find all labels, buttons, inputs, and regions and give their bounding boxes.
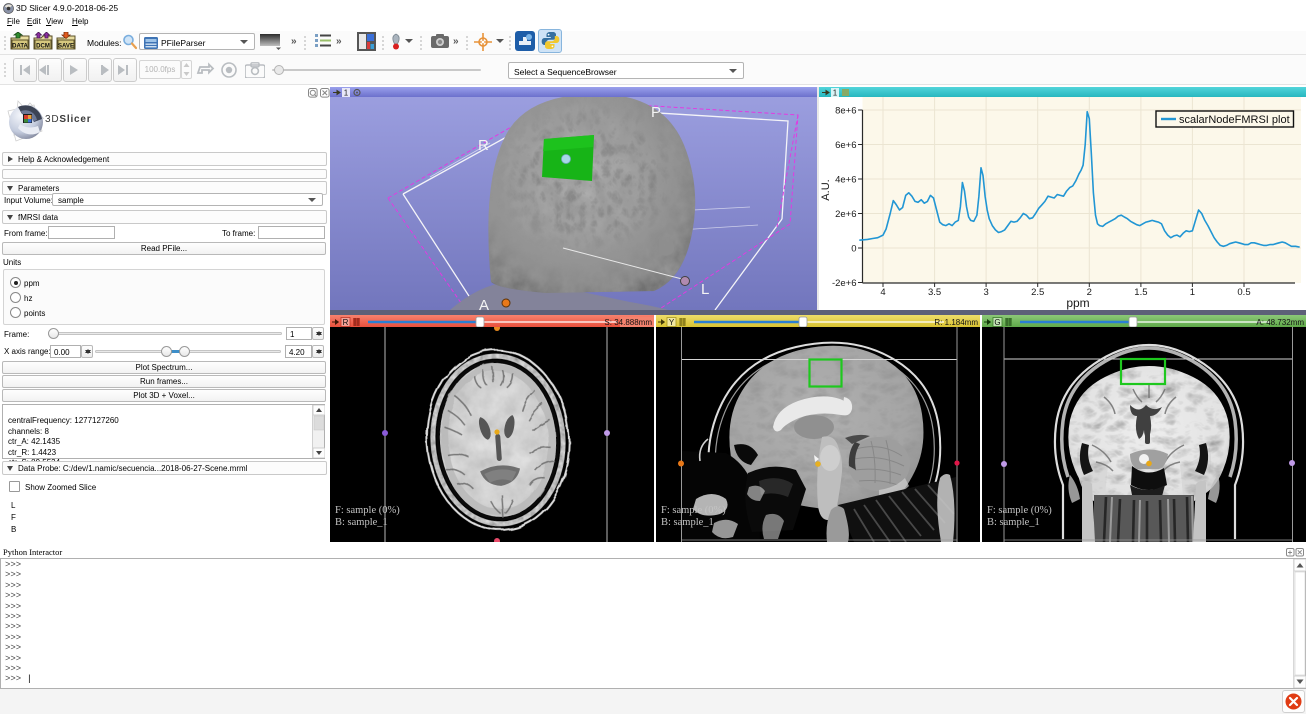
svg-text:0: 0 <box>851 244 856 255</box>
svg-text:P: P <box>651 104 661 121</box>
svg-text:R: R <box>343 318 349 327</box>
svg-text:B: sample_1: B: sample_1 <box>987 517 1040 528</box>
svg-text:2.5: 2.5 <box>1031 287 1044 298</box>
svg-text:1: 1 <box>1190 287 1195 298</box>
svg-text:F: sample (0%): F: sample (0%) <box>335 505 400 516</box>
svg-text:4: 4 <box>880 287 885 298</box>
svg-text:DATA: DATA <box>12 44 28 50</box>
svg-text:B: sample_1: B: sample_1 <box>335 517 388 528</box>
svg-text:1.5: 1.5 <box>1134 287 1147 298</box>
svg-text:1: 1 <box>344 89 349 98</box>
svg-text:Y: Y <box>669 318 675 327</box>
svg-text:ppm: ppm <box>1066 296 1089 310</box>
svg-text:3.5: 3.5 <box>928 287 941 298</box>
svg-text:A: 48.732mm: A: 48.732mm <box>1256 318 1304 327</box>
svg-text:G: G <box>994 318 1000 327</box>
svg-text:SAVE: SAVE <box>58 44 74 50</box>
svg-text:F: sample (0%): F: sample (0%) <box>987 505 1052 516</box>
svg-text:scalarNodeFMRSI plot: scalarNodeFMRSI plot <box>1179 114 1290 126</box>
svg-text:R: R <box>478 137 489 154</box>
svg-text:L: L <box>701 281 709 298</box>
svg-text:S: 34.888mm: S: 34.888mm <box>604 318 652 327</box>
svg-text:4e+6: 4e+6 <box>835 175 856 186</box>
svg-text:DCM: DCM <box>36 44 50 50</box>
svg-text:B: sample_1: B: sample_1 <box>661 517 714 528</box>
svg-text:1: 1 <box>833 89 838 98</box>
svg-text:2e+6: 2e+6 <box>835 209 856 220</box>
svg-text:A: A <box>479 297 489 310</box>
svg-text:A.U.: A.U. <box>820 179 832 200</box>
svg-text:-2e+6: -2e+6 <box>832 278 857 289</box>
svg-text:F: sample (0%): F: sample (0%) <box>661 505 726 516</box>
svg-text:8e+6: 8e+6 <box>835 106 856 117</box>
svg-text:6e+6: 6e+6 <box>835 140 856 151</box>
svg-text:0.5: 0.5 <box>1237 287 1250 298</box>
svg-text:R: 1.184mm: R: 1.184mm <box>934 318 978 327</box>
svg-text:3: 3 <box>983 287 988 298</box>
